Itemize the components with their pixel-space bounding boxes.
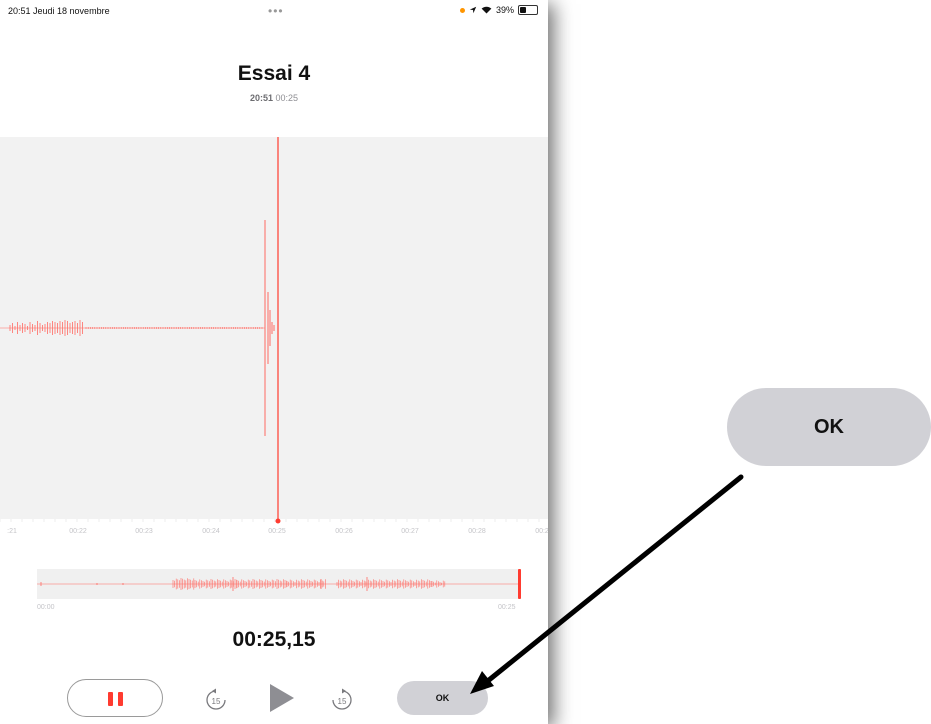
wifi-icon bbox=[481, 6, 492, 14]
recording-title[interactable]: Essai 4 bbox=[0, 62, 548, 86]
skip-back-label: 15 bbox=[212, 697, 221, 706]
battery-percent: 39% bbox=[495, 5, 514, 15]
elapsed-time: 00:25,15 bbox=[232, 628, 316, 651]
skip-forward-15-icon[interactable]: 15 bbox=[331, 687, 353, 711]
timeline-label: 00:24 bbox=[202, 528, 220, 535]
timeline-ruler: :21 00:22 00:23 00:24 00:25 00:26 00:27 00:28 00… bbox=[0, 519, 548, 535]
status-time-date: 20:51 Jeudi 18 novembre bbox=[8, 6, 110, 16]
pause-button[interactable] bbox=[67, 679, 163, 717]
location-arrow-icon bbox=[469, 6, 477, 14]
recording-duration: 00:25 bbox=[275, 93, 299, 103]
skip-forward-label: 15 bbox=[338, 697, 347, 706]
multitask-dots[interactable]: ••• bbox=[268, 4, 284, 18]
skip-back-15-icon[interactable]: 15 bbox=[205, 687, 227, 711]
recording-time: 20:51 bbox=[249, 93, 273, 103]
overview-end-time: 00:25 bbox=[498, 604, 516, 611]
ok-button-callout: OK bbox=[727, 388, 931, 466]
overview-waveform-graphic bbox=[37, 569, 521, 599]
timeline-label: 00:2 bbox=[535, 528, 548, 535]
overview-waveform[interactable] bbox=[37, 569, 521, 599]
ok-button[interactable]: OK bbox=[397, 681, 488, 715]
overview-playhead[interactable] bbox=[518, 569, 521, 599]
timeline-label: :21 bbox=[7, 528, 17, 535]
timeline-label: 00:27 bbox=[401, 528, 419, 535]
timeline-label: 00:22 bbox=[69, 528, 87, 535]
status-bar: 20:51 Jeudi 18 novembre ••• 39% bbox=[0, 0, 548, 24]
timeline-label: 00:25 bbox=[268, 528, 286, 535]
mic-in-use-indicator-icon bbox=[459, 7, 465, 13]
timeline-label: 00:23 bbox=[135, 528, 153, 535]
status-indicators: 39% bbox=[459, 5, 538, 15]
timeline-playhead-dot bbox=[275, 519, 281, 524]
battery-icon bbox=[518, 5, 538, 15]
waveform bbox=[0, 137, 280, 519]
pause-icon-left bbox=[108, 692, 113, 706]
recording-meta: 20:51 00:25 bbox=[0, 93, 548, 103]
waveform-area[interactable] bbox=[0, 137, 548, 519]
timeline-label: 00:26 bbox=[335, 528, 353, 535]
recorder-screen: 20:51 Jeudi 18 novembre ••• 39% Essai 4 … bbox=[0, 0, 548, 724]
pause-icon-right bbox=[118, 692, 123, 706]
overview-start-time: 00:00 bbox=[37, 604, 55, 611]
timeline-label: 00:28 bbox=[468, 528, 486, 535]
play-icon[interactable] bbox=[269, 683, 295, 713]
